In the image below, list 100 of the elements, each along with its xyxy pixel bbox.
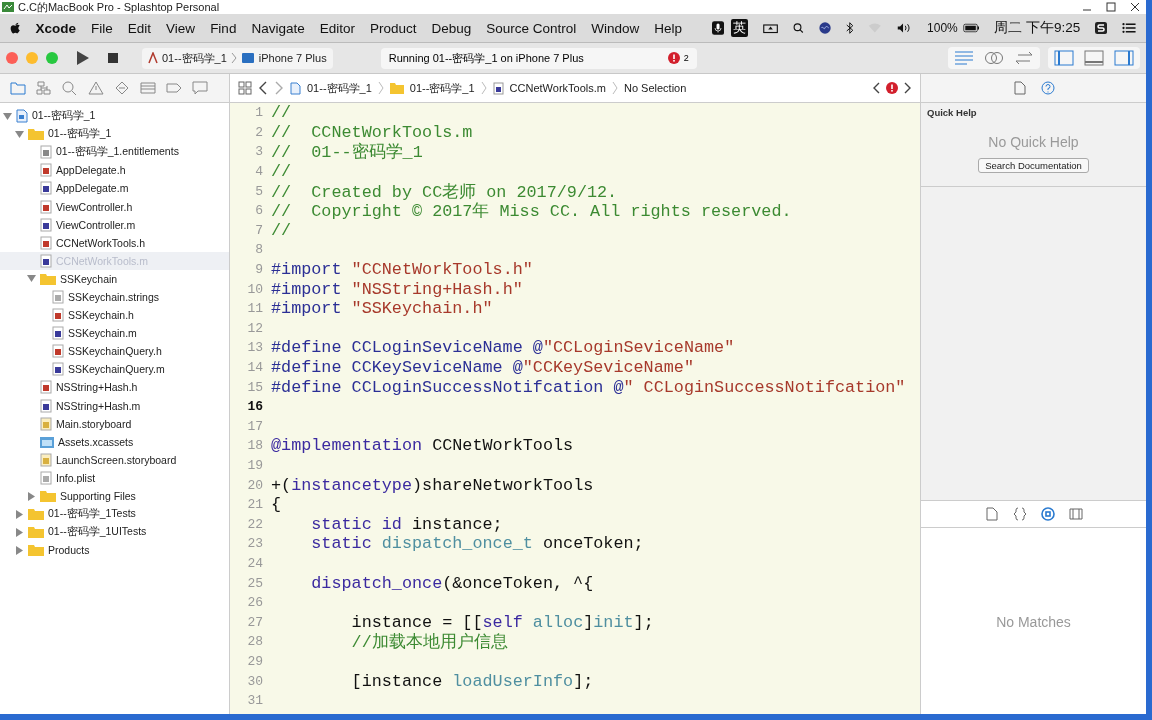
standard-editor-icon[interactable] (954, 51, 974, 65)
file-row[interactable]: Products (0, 541, 229, 560)
close-window-button[interactable] (6, 52, 18, 64)
device-selector[interactable]: iPhone 7 Plus (240, 52, 327, 64)
disclosure-icon[interactable] (27, 491, 36, 501)
menu-item[interactable]: Edit (127, 20, 152, 36)
file-row[interactable]: SSKeychainQuery.h (0, 342, 229, 361)
debug-navigator-icon[interactable] (140, 81, 156, 95)
file-row[interactable]: AppDelegate.m (0, 179, 229, 198)
breadcrumb[interactable]: No Selection (623, 82, 687, 94)
breadcrumb[interactable]: 01--密码学_1 (307, 80, 372, 96)
menu-item[interactable]: Window (591, 20, 640, 36)
symbol-navigator-icon[interactable] (36, 81, 52, 95)
menu-item[interactable]: Help (654, 20, 683, 36)
microphone-icon[interactable] (712, 19, 725, 37)
menu-item[interactable]: Source Control (486, 20, 577, 36)
back-icon[interactable] (258, 81, 268, 95)
menu-item[interactable]: Find (210, 20, 237, 36)
line-number: 11 (246, 301, 264, 317)
bluetooth-icon[interactable] (845, 20, 854, 36)
sogou-icon[interactable] (1095, 20, 1108, 36)
code-line: // (271, 162, 292, 182)
menu-item[interactable]: File (91, 20, 113, 36)
file-row[interactable]: Info.plist (0, 468, 229, 487)
input-method-indicator[interactable]: 英 (731, 19, 749, 37)
help-icon[interactable] (1040, 81, 1055, 95)
disclosure-icon[interactable] (15, 509, 24, 519)
header-file-icon (40, 163, 52, 178)
search-icon[interactable] (793, 21, 804, 35)
file-row[interactable]: 01--密码学_1 (0, 125, 229, 144)
media-library-icon[interactable] (1068, 507, 1083, 521)
apple-icon[interactable] (10, 20, 21, 36)
file-row[interactable]: SSKeychain.strings (0, 287, 229, 307)
search-documentation-button[interactable]: Search Documentation (978, 158, 1089, 173)
app-menu[interactable]: Xcode (35, 20, 77, 36)
utilities-toggle-icon[interactable] (1114, 50, 1134, 66)
scheme-selector[interactable]: 01--密码学_1 (148, 50, 227, 66)
line-number: 25 (246, 575, 264, 591)
file-row[interactable]: SSKeychain (0, 269, 229, 288)
file-row[interactable]: ViewController.m (0, 215, 229, 234)
file-row[interactable]: Supporting Files (0, 486, 229, 506)
run-icon[interactable] (76, 50, 90, 66)
disclosure-icon[interactable] (15, 545, 24, 555)
siri-icon[interactable] (818, 20, 831, 36)
forward-icon[interactable] (274, 81, 284, 95)
file-row[interactable]: Main.storyboard (0, 414, 229, 433)
issue-navigator-icon[interactable] (88, 81, 104, 95)
report-navigator-icon[interactable] (192, 81, 208, 95)
debug-area-toggle-icon[interactable] (1084, 50, 1104, 66)
zoom-window-button[interactable] (46, 52, 58, 64)
header-file-icon (40, 380, 52, 395)
file-row[interactable]: Assets.xcassets (0, 432, 229, 451)
search-navigator-icon[interactable] (62, 81, 78, 95)
file-row[interactable]: 01--密码学_1Tests (0, 505, 229, 524)
file-row[interactable]: SSKeychain.h (0, 306, 229, 325)
file-row[interactable]: 01--密码学_1.entitlements (0, 143, 229, 162)
disclosure-icon[interactable] (15, 527, 24, 537)
file-row[interactable]: NSString+Hash.h (0, 378, 229, 397)
code-library-icon[interactable] (1012, 507, 1027, 521)
disclosure-icon[interactable] (3, 111, 12, 121)
navigator-toggle-icon[interactable] (1054, 50, 1074, 66)
file-icon[interactable] (1012, 81, 1027, 95)
volume-icon[interactable] (896, 21, 913, 35)
breadcrumb[interactable]: CCNetWorkTools.m (509, 82, 606, 94)
list-icon[interactable] (1122, 21, 1136, 35)
file-row[interactable]: ViewController.h (0, 197, 229, 216)
file-row[interactable]: LaunchScreen.storyboard (0, 450, 229, 469)
menu-item[interactable]: Editor (319, 20, 355, 36)
file-row[interactable]: NSString+Hash.m (0, 396, 229, 415)
menu-item[interactable]: Debug (431, 20, 472, 36)
breakpoint-navigator-icon[interactable] (166, 81, 182, 95)
menu-clock[interactable]: 周二 下午9:25 (994, 19, 1081, 37)
previous-issue-icon[interactable] (872, 82, 880, 94)
disclosure-icon[interactable] (15, 129, 24, 139)
menu-item[interactable]: View (166, 20, 196, 36)
display-icon[interactable] (763, 21, 779, 35)
folder-navigator-icon[interactable] (10, 81, 26, 95)
next-issue-icon[interactable] (904, 82, 912, 94)
version-editor-icon[interactable] (1014, 51, 1034, 65)
error-icon[interactable] (667, 52, 680, 64)
file-row[interactable]: SSKeychainQuery.m (0, 360, 229, 379)
file-row[interactable]: CCNetWorkTools.h (0, 233, 229, 252)
file-row[interactable]: AppDelegate.h (0, 161, 229, 180)
error-icon[interactable] (886, 82, 898, 94)
maximize-icon[interactable] (1106, 2, 1116, 12)
related-items-icon[interactable] (238, 81, 252, 95)
test-navigator-icon[interactable] (114, 81, 130, 95)
file-row[interactable]: SSKeychain.m (0, 324, 229, 343)
breadcrumb[interactable]: 01--密码学_1 (409, 80, 475, 96)
disclosure-icon[interactable] (27, 274, 36, 284)
close-icon[interactable] (1130, 2, 1140, 12)
error-count[interactable]: 2 (683, 53, 689, 63)
file-library-icon[interactable] (984, 507, 999, 521)
battery-icon[interactable] (962, 22, 980, 34)
assistant-editor-icon[interactable] (984, 50, 1004, 66)
object-library-icon[interactable] (1040, 507, 1055, 521)
menu-item[interactable]: Navigate (251, 20, 305, 36)
file-row[interactable]: 01--密码学_1UITests (0, 523, 229, 542)
menu-item[interactable]: Product (369, 20, 417, 36)
file-row[interactable]: 01--密码学_1 (0, 107, 229, 126)
